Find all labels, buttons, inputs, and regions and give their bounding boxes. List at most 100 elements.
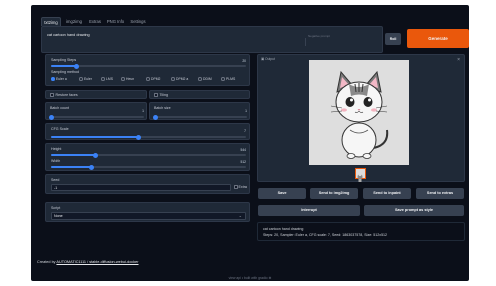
prompt-divider — [305, 38, 306, 46]
sampling-method-label: Sampling method — [51, 70, 79, 74]
radio-dot — [171, 77, 175, 81]
script-value: None — [54, 214, 63, 218]
width-value[interactable]: 512 — [230, 160, 246, 164]
height-handle[interactable] — [93, 152, 99, 158]
height-fill — [51, 154, 96, 156]
radio-euler[interactable]: Euler — [79, 77, 92, 82]
height-label: Height — [51, 147, 62, 151]
script-panel: Script None ⌄ — [45, 202, 250, 222]
seed-value: -1 — [54, 185, 58, 190]
batch-count-handle[interactable] — [49, 114, 54, 120]
footer-credit-prefix: Created by — [37, 260, 57, 264]
tab-txt2img[interactable]: txt2img — [41, 17, 61, 26]
tab-png-info[interactable]: PNG Info — [105, 17, 126, 26]
cfg-scale-value[interactable]: 7 — [232, 129, 246, 133]
prompt-input[interactable]: cat cartoon hand drawing — [47, 33, 90, 37]
radio-heun[interactable]: Heun — [121, 77, 134, 82]
height-value[interactable]: 544 — [230, 148, 246, 152]
radio-label: PLMS — [226, 77, 236, 81]
sampling-steps-value[interactable]: 20 — [231, 59, 246, 63]
cfg-scale-label: CFG Scale — [51, 127, 69, 131]
cfg-scale-handle[interactable] — [136, 134, 142, 140]
radio-dot — [79, 77, 83, 81]
tiling-checkbox[interactable]: Tiling — [154, 93, 168, 97]
generation-info: cat cartoon hand drawing Steps: 20, Samp… — [257, 222, 465, 241]
seed-input[interactable]: -1 — [51, 184, 231, 191]
checkbox-box — [50, 93, 54, 97]
generated-image[interactable] — [309, 60, 409, 165]
cfg-scale-panel: CFG Scale 7 — [45, 123, 250, 140]
dimensions-panel: Height 544 Width 512 — [45, 143, 250, 171]
batch-count-panel: Batch count 1 — [45, 102, 147, 120]
interrupt-button[interactable]: Interrupt — [258, 205, 360, 216]
generate-button[interactable]: Generate — [407, 29, 469, 48]
save-prompt-as-style-button[interactable]: Save prompt as style — [364, 205, 464, 216]
radio-label: LMS — [106, 77, 113, 81]
width-handle[interactable] — [89, 164, 95, 170]
tab-img2img[interactable]: img2img — [63, 17, 85, 26]
send-to-inpaint-button[interactable]: Send to inpaint — [363, 188, 411, 199]
radio-label: Heun — [126, 77, 135, 81]
width-fill — [51, 166, 92, 168]
radio-plms[interactable]: PLMS — [221, 77, 235, 82]
cfg-scale-slider[interactable] — [51, 134, 246, 140]
sampling-steps-handle[interactable] — [73, 63, 79, 69]
prompt-panel: cat cartoon hand drawing Negative prompt — [41, 26, 383, 53]
extra-checkbox[interactable]: Extra — [234, 185, 247, 189]
radio-label: DPM2 a — [176, 77, 189, 81]
checkbox-box — [154, 93, 158, 97]
gradio-footer: view api • built with gradio ⊕ — [31, 276, 469, 280]
script-select[interactable]: None ⌄ — [51, 212, 246, 220]
radio-dpm2-a[interactable]: DPM2 a — [171, 77, 188, 82]
batch-size-value[interactable]: 1 — [235, 109, 247, 113]
negative-prompt-input[interactable]: Negative prompt — [308, 34, 330, 38]
tab-settings[interactable]: Settings — [127, 17, 149, 26]
batch-size-handle[interactable] — [153, 114, 158, 120]
gradio-logo-icon: ⊕ — [268, 276, 272, 280]
footer-credit: Created by AUTOMATIC1111 / stable-diffus… — [37, 260, 139, 264]
roll-button[interactable]: Roll — [385, 33, 401, 45]
output-label-text: Output — [265, 57, 275, 61]
info-parameters: Steps: 20, Sampler: Euler a, CFG scale: … — [263, 233, 388, 237]
save-button[interactable]: Save — [258, 188, 306, 199]
sampling-method-radio-group: Euler a Euler LMS Heun DPM2 DPM2 a DDIM … — [51, 77, 246, 82]
radio-dpm2[interactable]: DPM2 — [146, 77, 160, 82]
radio-dot — [51, 77, 55, 81]
footer-credit-link[interactable]: AUTOMATIC1111 / stable-diffusion-webui-d… — [56, 260, 138, 264]
sampling-steps-fill — [51, 65, 77, 67]
script-label: Script — [51, 206, 61, 210]
send-to-extras-button[interactable]: Send to extras — [416, 188, 464, 199]
restore-faces-checkbox[interactable]: Restore faces — [50, 93, 78, 97]
output-thumbnail[interactable] — [355, 168, 366, 182]
checkbox-box — [234, 185, 238, 189]
width-label: Width — [51, 159, 61, 163]
send-to-img2img-button[interactable]: Send to img2img — [310, 188, 358, 199]
radio-dot — [221, 77, 225, 81]
output-label: ▣ Output — [261, 57, 275, 61]
sampling-steps-slider[interactable] — [51, 63, 246, 69]
tab-extras[interactable]: Extras — [86, 17, 104, 26]
batch-count-slider[interactable] — [49, 114, 144, 120]
radio-dot — [101, 77, 105, 81]
tiling-panel: Tiling — [149, 90, 250, 99]
restore-faces-panel: Restore faces — [45, 90, 147, 99]
sampling-panel: Sampling Steps 20 Sampling method Euler … — [45, 54, 250, 86]
close-icon[interactable]: × — [457, 57, 460, 63]
seed-panel: Seed -1 Extra — [45, 174, 250, 194]
radio-dot — [198, 77, 202, 81]
radio-label: DDIM — [203, 77, 212, 81]
batch-size-slider[interactable] — [153, 114, 247, 120]
width-slider[interactable] — [51, 164, 246, 170]
app-window: txt2img img2img Extras PNG Info Settings… — [31, 5, 469, 281]
radio-ddim[interactable]: DDIM — [198, 77, 212, 82]
radio-label: Euler a — [56, 77, 67, 81]
batch-count-value[interactable]: 1 — [132, 109, 144, 113]
checkbox-label: Tiling — [159, 93, 168, 97]
radio-euler-a[interactable]: Euler a — [51, 77, 67, 82]
height-slider[interactable] — [51, 152, 246, 158]
cat-illustration — [309, 60, 409, 165]
radio-lms[interactable]: LMS — [101, 77, 113, 82]
batch-size-panel: Batch size 1 — [149, 102, 250, 120]
gradio-footer-text[interactable]: view api • built with gradio — [229, 276, 268, 280]
batch-count-label: Batch count — [50, 106, 69, 110]
